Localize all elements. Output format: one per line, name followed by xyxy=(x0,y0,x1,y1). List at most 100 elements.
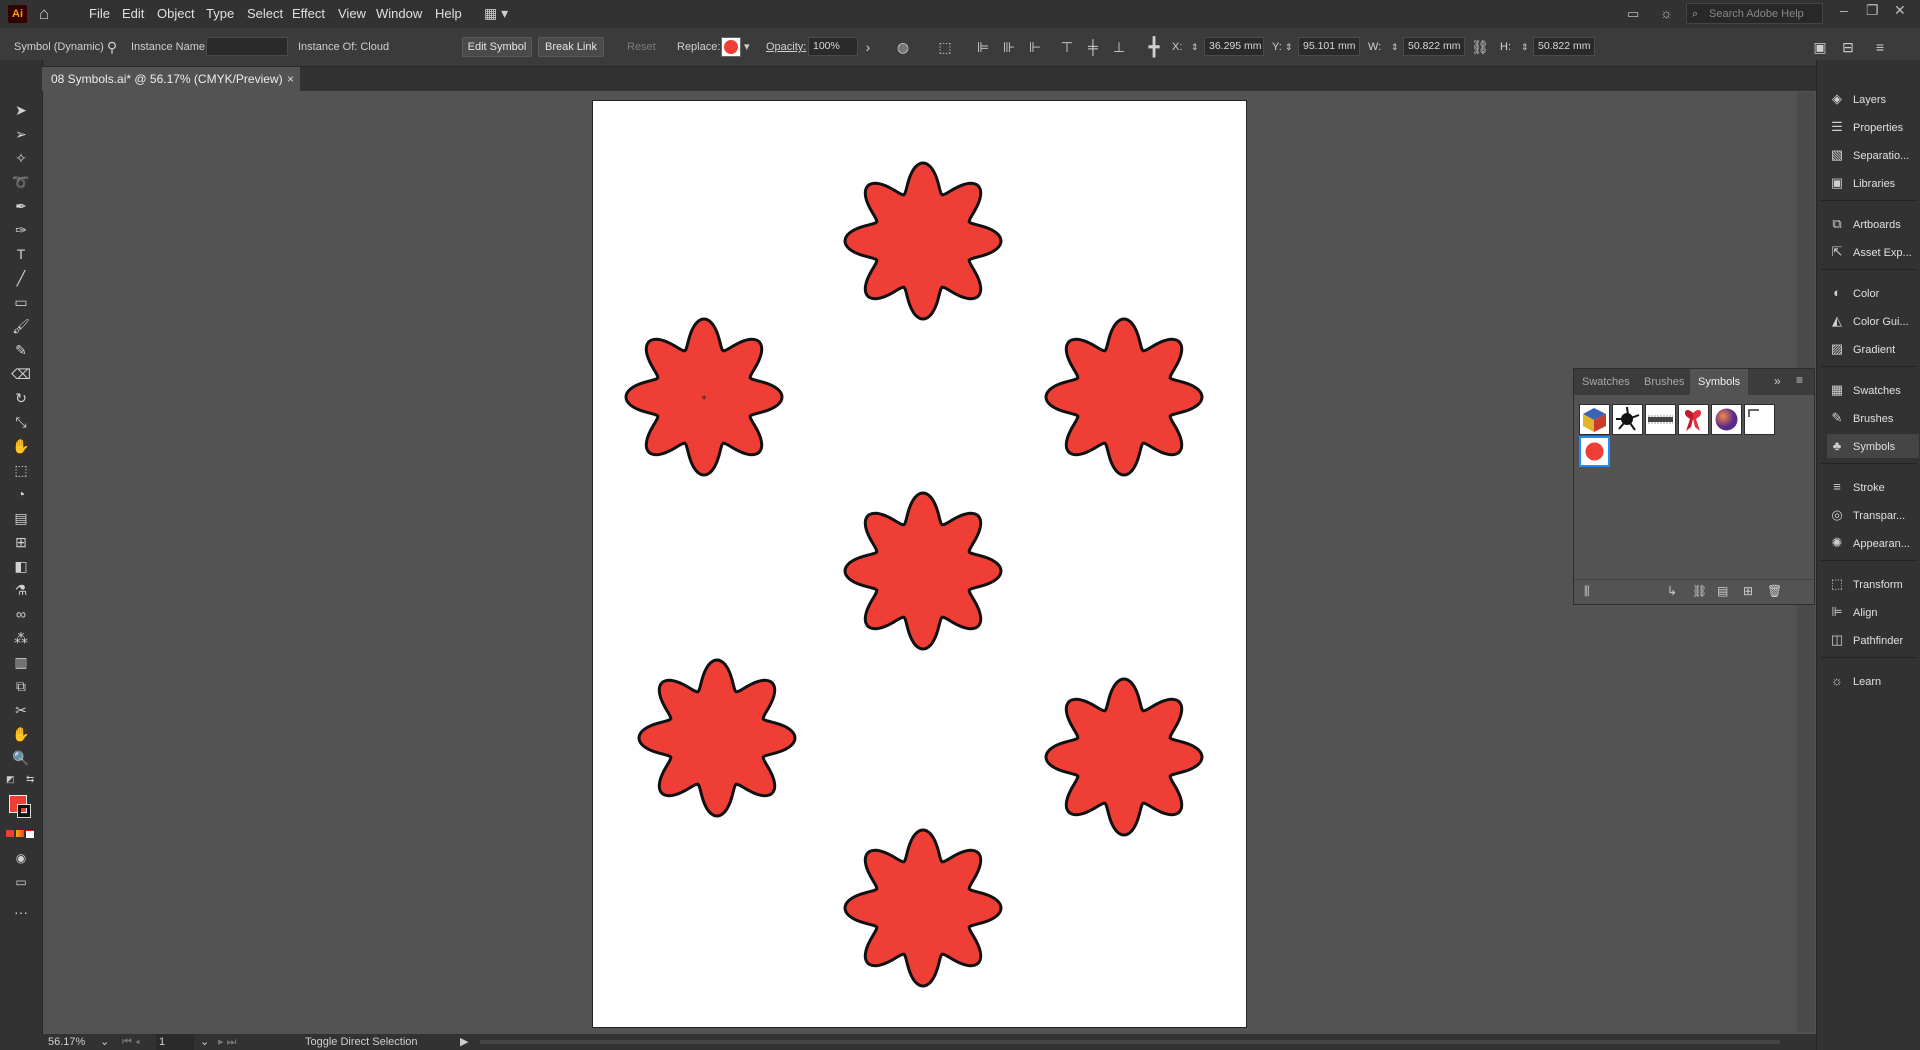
align-right-icon[interactable]: ⊩ xyxy=(1025,37,1045,57)
eraser-tool-icon[interactable]: ⌫ xyxy=(10,364,32,384)
dock-libraries[interactable]: ▣ Libraries xyxy=(1827,171,1919,195)
artboard-dropdown-icon[interactable]: ⌄ xyxy=(200,1034,209,1050)
document-setup-icon[interactable]: ▣ xyxy=(1810,37,1830,57)
dock-separations[interactable]: ▧ Separatio... xyxy=(1827,143,1919,167)
collapse-panel-icon[interactable]: » xyxy=(1774,374,1781,388)
align-vcenter-icon[interactable]: ╪ xyxy=(1083,37,1103,57)
dock-transparency[interactable]: ◎ Transpar... xyxy=(1827,503,1919,527)
paintbrush-tool-icon[interactable]: 🖌 xyxy=(10,316,32,336)
transform-options-icon[interactable]: ⬚ xyxy=(935,37,955,57)
symbol-flower-selected[interactable] xyxy=(1579,436,1610,467)
tab-symbols[interactable]: Symbols xyxy=(1690,369,1749,395)
arrange-panels-icon[interactable]: ⊟ xyxy=(1838,37,1858,57)
stroke-color-swatch[interactable] xyxy=(17,804,31,818)
rectangle-tool-icon[interactable]: ▭ xyxy=(10,292,32,312)
new-symbol-icon[interactable]: ⊞ xyxy=(1743,584,1753,598)
symbol-libraries-icon[interactable]: ⫼ xyxy=(1584,584,1590,599)
menu-select[interactable]: Select xyxy=(247,0,283,28)
reset-button[interactable]: Reset xyxy=(627,28,656,66)
h-stepper-icon[interactable]: ⇕ xyxy=(1521,28,1529,66)
home-icon[interactable]: ⌂ xyxy=(39,4,49,24)
menu-edit[interactable]: Edit xyxy=(122,0,144,28)
horizontal-scrollbar[interactable] xyxy=(480,1040,1780,1044)
draw-mode-icon[interactable]: ◉ xyxy=(10,848,32,868)
align-top-icon[interactable]: ⊤ xyxy=(1057,37,1077,57)
tab-brushes[interactable]: Brushes xyxy=(1636,369,1692,395)
shape-builder-tool-icon[interactable]: ◔ xyxy=(10,484,32,504)
zoom-dropdown-icon[interactable]: ⌄ xyxy=(100,1034,109,1050)
edit-symbol-button[interactable]: Edit Symbol xyxy=(462,37,532,57)
align-bottom-icon[interactable]: ⊥ xyxy=(1109,37,1129,57)
dock-learn[interactable]: ☼ Learn xyxy=(1827,669,1919,693)
constrain-proportions-icon[interactable]: ⛓ xyxy=(1470,37,1490,57)
flower-symbol-instance[interactable] xyxy=(1044,677,1204,837)
opacity-input[interactable]: 100% xyxy=(808,37,858,56)
symbol-grunge[interactable] xyxy=(1645,404,1676,435)
zoom-tool-icon[interactable]: 🔍 xyxy=(10,748,32,768)
menu-window[interactable]: Window xyxy=(376,0,422,28)
x-input[interactable]: 36.295 mm xyxy=(1204,37,1264,56)
artboard[interactable]: + xyxy=(592,100,1247,1028)
dock-layers[interactable]: ◈ Layers xyxy=(1827,87,1919,111)
replace-dropdown-chevron-icon[interactable]: ▾ xyxy=(744,28,750,66)
symbol-ribbon[interactable] xyxy=(1678,404,1709,435)
none-mode-icon[interactable] xyxy=(26,830,34,838)
dock-color[interactable]: ◐ Color xyxy=(1827,281,1919,305)
curvature-tool-icon[interactable]: ✑ xyxy=(10,220,32,240)
hand-tool-icon[interactable]: ✋ xyxy=(10,724,32,744)
rotate-tool-icon[interactable]: ↻ xyxy=(10,388,32,408)
close-window-icon[interactable]: ✕ xyxy=(1894,2,1906,19)
replace-symbol-picker[interactable] xyxy=(721,37,741,57)
close-document-icon[interactable]: × xyxy=(287,67,294,91)
artboard-number-input[interactable]: 1 xyxy=(156,1034,194,1050)
panel-menu-icon[interactable]: ≡ xyxy=(1796,373,1803,387)
dock-stroke[interactable]: ≡ Stroke xyxy=(1827,475,1919,499)
symbol-cube[interactable] xyxy=(1579,404,1610,435)
tab-swatches[interactable]: Swatches xyxy=(1574,369,1638,395)
minimize-icon[interactable]: – xyxy=(1840,2,1848,18)
pen-tool-icon[interactable]: ✒ xyxy=(10,196,32,216)
dock-transform[interactable]: ⬚ Transform xyxy=(1827,572,1919,596)
last-artboard-icon[interactable]: ▸ ⏭ xyxy=(218,1034,236,1050)
blend-tool-icon[interactable]: ∞ xyxy=(10,604,32,624)
scale-tool-icon[interactable]: ⤡ xyxy=(10,412,32,432)
arrange-documents-icon[interactable]: ▭ xyxy=(1627,6,1639,22)
artwork-canvas[interactable]: + xyxy=(593,101,1248,1029)
opacity-arrow-icon[interactable]: › xyxy=(858,37,878,57)
column-graph-tool-icon[interactable]: ▥ xyxy=(10,652,32,672)
dock-symbols[interactable]: ♣ Symbols xyxy=(1827,434,1919,458)
w-input[interactable]: 50.822 mm xyxy=(1403,37,1465,56)
h-input[interactable]: 50.822 mm xyxy=(1533,37,1595,56)
symbol-sprayer-tool-icon[interactable]: ⁂ xyxy=(10,628,32,648)
flower-symbol-instance[interactable] xyxy=(843,161,1003,321)
selection-tool-icon[interactable]: ➤ xyxy=(10,100,32,120)
dock-pathfinder[interactable]: ◫ Pathfinder xyxy=(1827,628,1919,652)
lasso-tool-icon[interactable]: ➰ xyxy=(10,172,32,192)
dock-swatches[interactable]: ▦ Swatches xyxy=(1827,378,1919,402)
instance-name-input[interactable] xyxy=(206,37,288,56)
dock-gradient[interactable]: ▨ Gradient xyxy=(1827,337,1919,361)
w-stepper-icon[interactable]: ⇕ xyxy=(1391,28,1399,66)
recolor-globe-icon[interactable]: ◍ xyxy=(893,37,913,57)
delete-symbol-icon[interactable]: 🗑 xyxy=(1767,584,1782,598)
menu-type[interactable]: Type xyxy=(206,0,234,28)
x-stepper-icon[interactable]: ⇕ xyxy=(1191,28,1199,66)
menu-object[interactable]: Object xyxy=(157,0,195,28)
flower-symbol-instance[interactable] xyxy=(637,658,797,818)
search-help-input[interactable]: ⌕ Search Adobe Help xyxy=(1686,3,1823,24)
workspace-switcher-icon[interactable]: ▦ ▾ xyxy=(484,5,508,22)
break-link-button[interactable]: Break Link xyxy=(538,37,604,57)
symbol-corner[interactable] xyxy=(1744,404,1775,435)
line-tool-icon[interactable]: ╱ xyxy=(10,268,32,288)
place-symbol-icon[interactable]: ↳ xyxy=(1667,584,1677,598)
align-hcenter-icon[interactable]: ⊪ xyxy=(999,37,1019,57)
menu-help[interactable]: Help xyxy=(435,0,462,28)
magic-wand-tool-icon[interactable]: ✧ xyxy=(10,148,32,168)
dock-appearance[interactable]: ✺ Appearan... xyxy=(1827,531,1919,555)
zoom-level[interactable]: 56.17% xyxy=(48,1034,85,1050)
break-link-icon[interactable]: ⛓ xyxy=(1692,584,1707,598)
edit-toolbar-icon[interactable]: ··· xyxy=(10,902,32,922)
gradient-mode-icon[interactable] xyxy=(16,830,24,837)
first-artboard-icon[interactable]: ⏮ ◂ xyxy=(122,1034,140,1050)
reference-point-icon[interactable]: ╋ xyxy=(1144,37,1164,57)
